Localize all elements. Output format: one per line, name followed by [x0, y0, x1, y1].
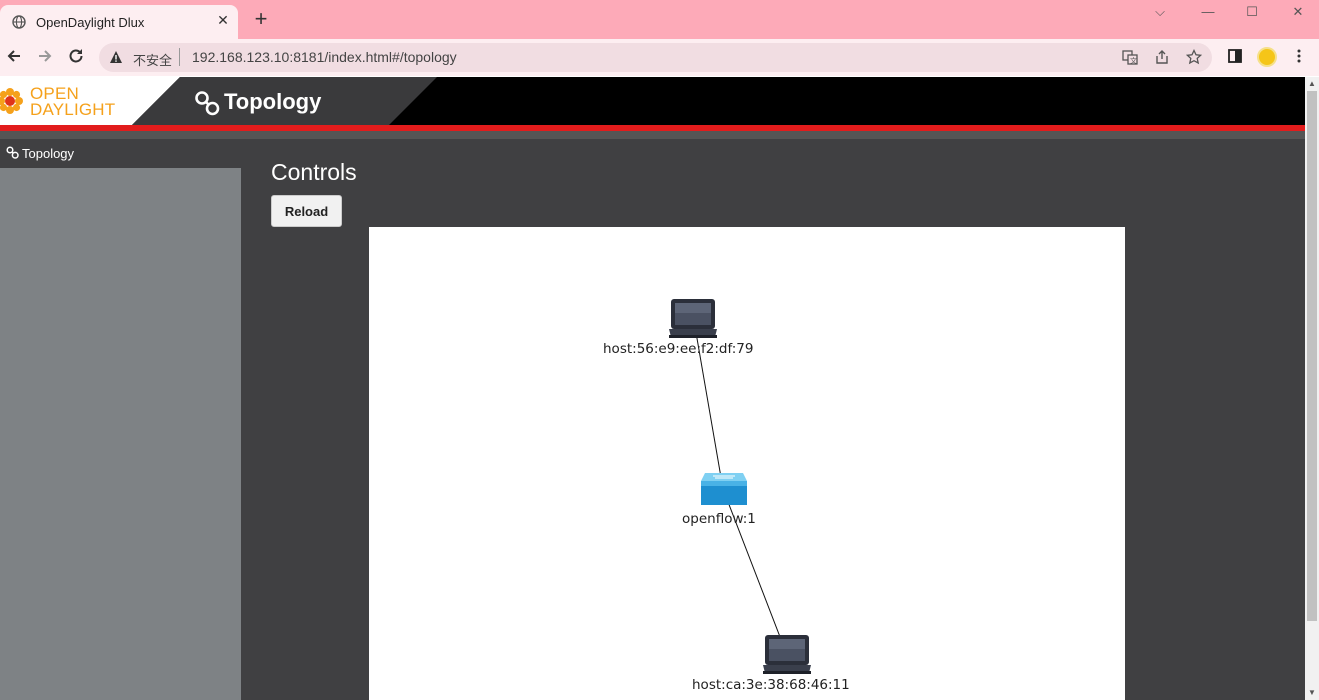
scrollbar-thumb[interactable]	[1307, 91, 1317, 621]
svg-text:文: 文	[1130, 56, 1137, 65]
side-panel-icon[interactable]	[1225, 48, 1245, 68]
switch-node-label: openflow:1	[682, 511, 756, 527]
bookmark-star-icon[interactable]	[1185, 48, 1203, 67]
topology-icon	[195, 91, 220, 116]
logo-line-daylight: DAYLIGHT	[30, 100, 116, 119]
share-icon[interactable]	[1153, 49, 1171, 67]
host-node-icon[interactable]	[763, 635, 811, 674]
browser-tab-strip: OpenDaylight Dlux ✕ + ⌵ — ☐ ✕	[0, 0, 1319, 39]
profile-avatar[interactable]	[1257, 47, 1277, 67]
host-node-label: host:56:e9:ee:f2:df:79	[603, 341, 754, 357]
header-title: Topology	[194, 89, 321, 116]
tab-search-chevron-icon[interactable]: ⌵	[1145, 3, 1175, 21]
browser-tab[interactable]: OpenDaylight Dlux ✕	[0, 5, 238, 39]
new-tab-button[interactable]: +	[250, 8, 272, 31]
topology-small-icon	[6, 146, 19, 159]
close-window-button[interactable]: ✕	[1283, 3, 1313, 21]
divider	[179, 48, 180, 66]
switch-node-icon[interactable]	[701, 473, 747, 505]
scroll-up-icon[interactable]: ▲	[1305, 77, 1319, 91]
sidebar-panel	[0, 168, 241, 700]
host-node-icon[interactable]	[669, 299, 717, 338]
logo-text: OPEN DAYLIGHT	[30, 85, 116, 119]
menu-dots-icon[interactable]	[1289, 48, 1309, 68]
host-node-label: host:ca:3e:38:68:46:11	[692, 677, 850, 693]
warning-icon	[109, 50, 123, 67]
url-text[interactable]: 192.168.123.10:8181/index.html#/topology	[192, 49, 457, 65]
page-scrollbar[interactable]: ▲ ▼	[1305, 77, 1319, 700]
forward-arrow-icon[interactable]	[35, 47, 55, 67]
sidebar-item-label: Topology	[6, 146, 74, 161]
sidebar-item-topology[interactable]: Topology	[0, 139, 241, 168]
reload-page-icon[interactable]	[66, 47, 86, 67]
minimize-button[interactable]: —	[1193, 3, 1223, 21]
scroll-down-icon[interactable]: ▼	[1305, 686, 1319, 700]
sidebar-item-text: Topology	[22, 146, 75, 161]
header-title-text: Topology	[224, 89, 322, 114]
controls-heading: Controls	[271, 159, 357, 185]
app-header: OPEN DAYLIGHT Topology	[0, 77, 1305, 125]
globe-icon	[12, 15, 26, 29]
insecure-label: 不安全	[133, 53, 173, 68]
header-divider	[0, 131, 1305, 139]
reload-button[interactable]: Reload	[271, 195, 342, 227]
topology-graph[interactable]	[369, 227, 1125, 700]
tab-close-icon[interactable]: ✕	[214, 11, 232, 29]
browser-toolbar: 不安全 192.168.123.10:8181/index.html#/topo…	[0, 39, 1319, 76]
address-bar[interactable]: 不安全 192.168.123.10:8181/index.html#/topo…	[99, 43, 1212, 72]
main-area: Topology Controls Reload host:56:e9:ee:f…	[0, 139, 1305, 700]
back-arrow-icon[interactable]	[4, 47, 24, 67]
topology-canvas[interactable]: host:56:e9:ee:f2:df:79 openflow:1 host:c…	[369, 227, 1125, 700]
tab-title: OpenDaylight Dlux	[36, 15, 145, 30]
maximize-button[interactable]: ☐	[1237, 3, 1267, 21]
flower-logo-icon	[0, 88, 23, 114]
translate-icon[interactable]: 文	[1121, 49, 1139, 67]
